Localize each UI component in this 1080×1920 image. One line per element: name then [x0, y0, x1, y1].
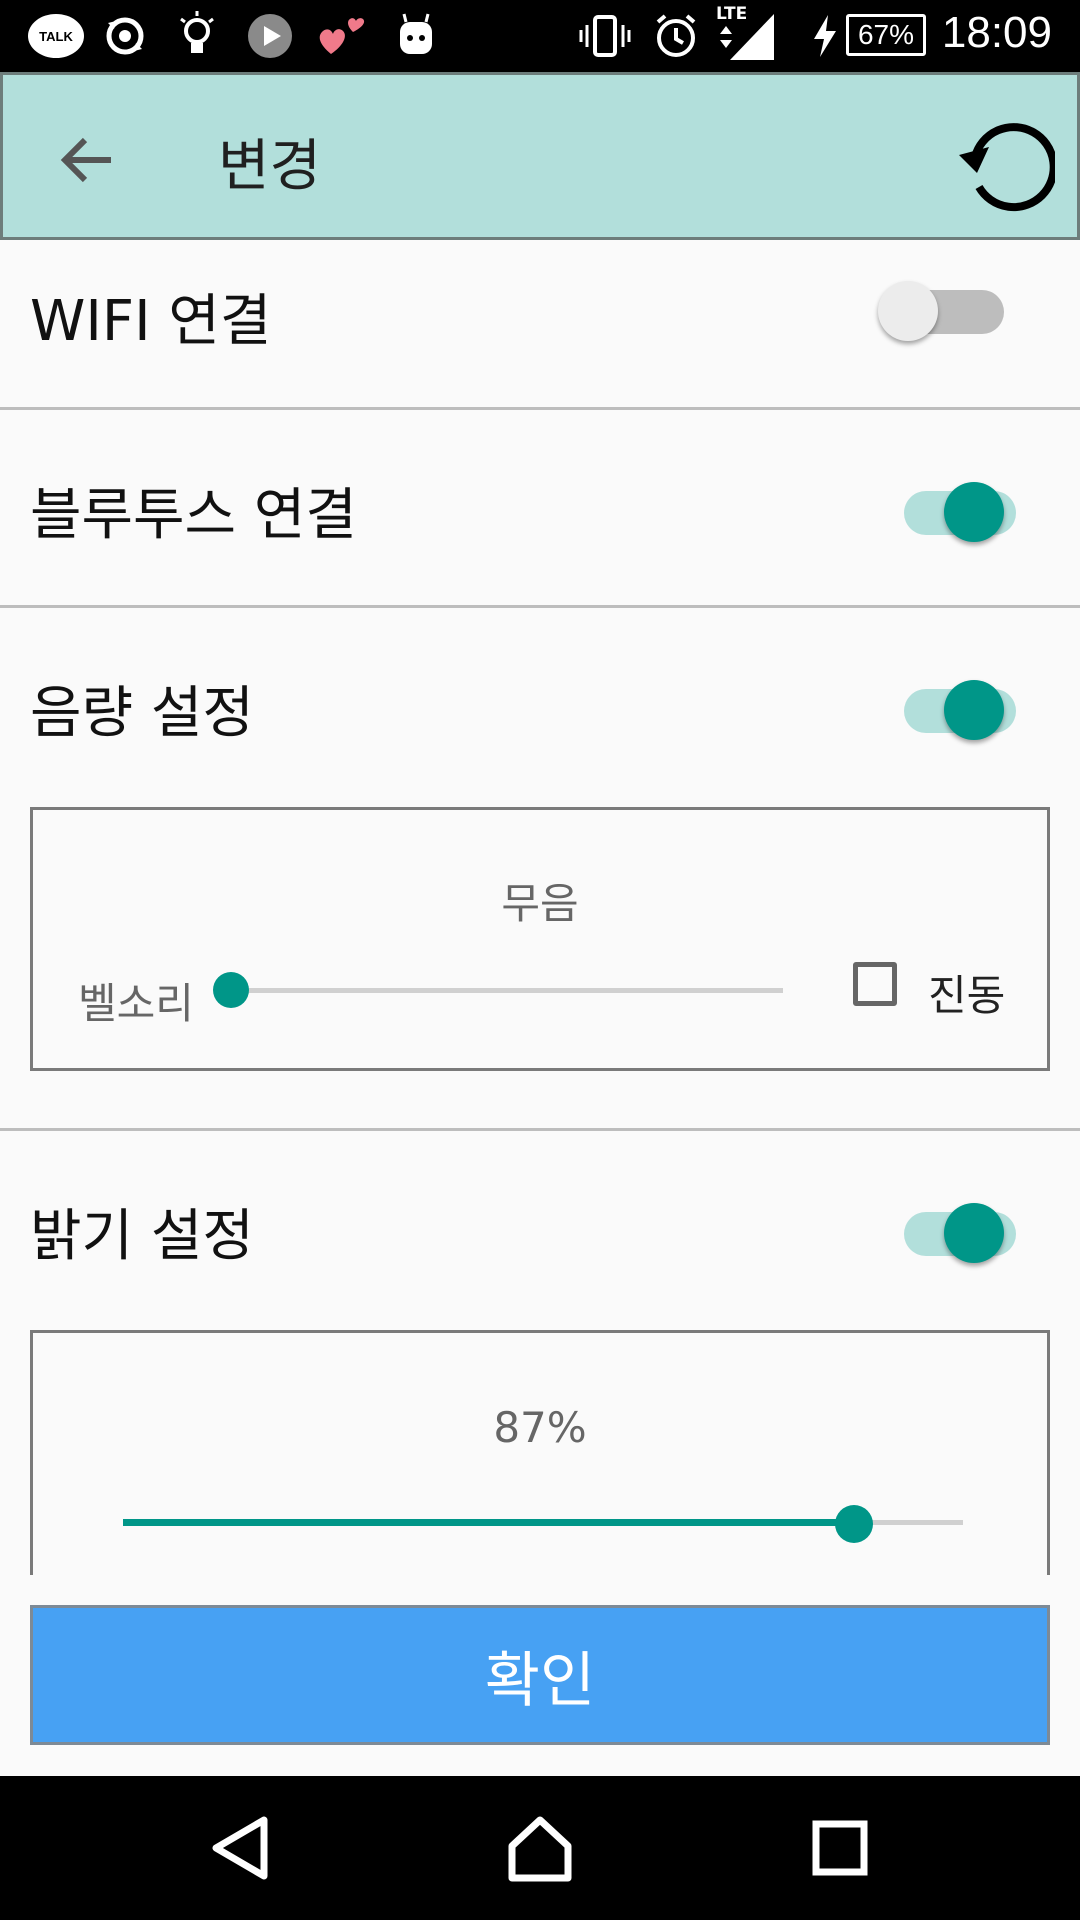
brightness-panel: 87% [30, 1330, 1050, 1575]
brightness-row: 밝기 설정 [0, 1131, 1080, 1321]
volume-label: 음량 설정 [30, 681, 254, 746]
kakaotalk-label: TALK [39, 28, 73, 44]
wifi-switch[interactable] [878, 272, 1018, 342]
charging-icon [808, 10, 842, 62]
volume-switch[interactable] [868, 671, 1016, 741]
slider-thumb[interactable] [213, 972, 249, 1008]
confirm-button[interactable]: 확인 [30, 1605, 1050, 1745]
bluetooth-switch[interactable] [868, 473, 1016, 543]
wifi-row: WIFI 연결 [0, 240, 1080, 408]
back-button[interactable] [53, 125, 123, 195]
nav-recents-button[interactable] [798, 1806, 882, 1890]
arrow-back-icon [60, 137, 111, 183]
nav-home-button[interactable] [498, 1806, 582, 1890]
switch-thumb [878, 281, 938, 341]
switch-thumb [944, 680, 1004, 740]
ringtone-slider[interactable] [213, 960, 813, 1020]
ringtone-label: 벨소리 [78, 979, 194, 1028]
bluetooth-label: 블루투스 연결 [30, 483, 357, 548]
volume-panel: 무음 벨소리 진동 [30, 807, 1050, 1071]
wifi-label: WIFI 연결 [30, 289, 272, 354]
sync-icon [100, 10, 150, 62]
vibrate-label: 진동 [928, 971, 1006, 1020]
brightness-value: 87% [493, 1403, 587, 1452]
home-icon [508, 1816, 572, 1882]
status-bar: TALK LTE 67% 18:09 [0, 0, 1080, 72]
switch-thumb [944, 482, 1004, 542]
volume-row: 음량 설정 [0, 608, 1080, 798]
status-time: 18:09 [941, 8, 1052, 57]
lte-label: LTE [716, 4, 748, 24]
navigation-bar [0, 1776, 1080, 1920]
back-icon [212, 1816, 268, 1880]
alarm-icon [650, 10, 702, 62]
kakaotalk-icon: TALK [28, 14, 84, 58]
confirm-label: 확인 [484, 1645, 596, 1716]
brightness-slider[interactable] [123, 1493, 963, 1553]
lte-signal-icon: LTE [716, 4, 776, 62]
app-bar: 변경 [0, 72, 1080, 240]
vibrate-checkbox[interactable] [853, 962, 897, 1006]
refresh-icon [959, 123, 1058, 212]
play-icon [244, 10, 296, 62]
brightness-switch[interactable] [868, 1194, 1016, 1264]
hearts-icon [316, 10, 368, 62]
battery-indicator: 67% [846, 14, 926, 56]
lightbulb-icon [172, 10, 222, 62]
page-title: 변경 [218, 134, 322, 199]
volume-status: 무음 [501, 879, 579, 928]
refresh-button[interactable] [955, 115, 1058, 215]
robot-icon [390, 10, 442, 62]
recents-icon [812, 1820, 868, 1876]
nav-back-button[interactable] [198, 1806, 282, 1890]
slider-track [223, 988, 783, 993]
slider-thumb[interactable] [835, 1505, 873, 1543]
switch-thumb [944, 1203, 1004, 1263]
battery-percent: 67% [857, 19, 915, 50]
bluetooth-row: 블루투스 연결 [0, 410, 1080, 605]
brightness-label: 밝기 설정 [30, 1204, 254, 1269]
vibrate-icon [576, 10, 634, 62]
slider-fill [123, 1519, 854, 1526]
